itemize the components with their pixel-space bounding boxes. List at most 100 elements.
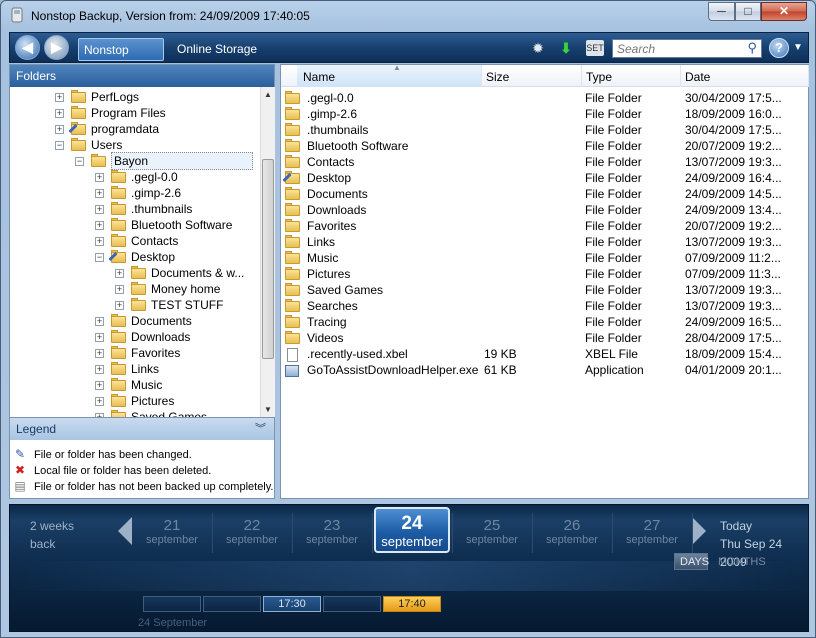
days-view-button[interactable]: DAYS: [674, 553, 709, 570]
tree-item[interactable]: + Money home: [10, 281, 260, 297]
tab-online-storage[interactable]: Online Storage: [172, 38, 264, 61]
backup-slot[interactable]: 17:30: [263, 596, 321, 612]
gear-icon[interactable]: ✹: [529, 39, 547, 57]
tree-item[interactable]: − Users: [10, 137, 260, 153]
day-item[interactable]: 27 september: [612, 518, 692, 547]
tree-item[interactable]: + Music: [10, 377, 260, 393]
file-row[interactable]: Saved Games File Folder 13/07/2009 19:3...: [281, 282, 808, 298]
column-date[interactable]: Date: [681, 65, 809, 87]
expand-icon[interactable]: +: [95, 381, 104, 390]
scroll-thumb[interactable]: [262, 159, 274, 359]
file-row[interactable]: Links File Folder 13/07/2009 19:3...: [281, 234, 808, 250]
backup-slot[interactable]: [203, 596, 261, 612]
scroll-up-icon[interactable]: ▲: [264, 90, 272, 99]
expand-icon[interactable]: +: [55, 109, 64, 118]
tab-nonstop-backup[interactable]: Nonstop Backup: [78, 38, 164, 80]
expand-icon[interactable]: +: [115, 269, 124, 278]
expand-icon[interactable]: +: [95, 365, 104, 374]
expand-icon[interactable]: +: [95, 317, 104, 326]
expand-icon[interactable]: +: [95, 189, 104, 198]
column-name[interactable]: Name ▲: [297, 63, 482, 87]
expand-icon[interactable]: +: [55, 125, 64, 134]
day-item[interactable]: 21 september: [132, 518, 212, 547]
download-icon[interactable]: ⬇: [557, 39, 575, 57]
forward-button[interactable]: ▶: [44, 35, 69, 60]
expand-icon[interactable]: +: [95, 397, 104, 406]
back-button[interactable]: ◀: [15, 35, 40, 60]
tree-item[interactable]: + Favorites: [10, 345, 260, 361]
tree-item[interactable]: + TEST STUFF: [10, 297, 260, 313]
expand-icon[interactable]: +: [95, 205, 104, 214]
column-type[interactable]: Type: [582, 65, 681, 87]
backup-slot[interactable]: [143, 596, 201, 612]
tree-item[interactable]: + Bluetooth Software: [10, 217, 260, 233]
file-row[interactable]: .gimp-2.6 File Folder 18/09/2009 16:0...: [281, 106, 808, 122]
search-input[interactable]: [613, 40, 741, 57]
file-row[interactable]: Pictures File Folder 07/09/2009 11:3...: [281, 266, 808, 282]
tree-item[interactable]: + Documents & w...: [10, 265, 260, 281]
column-size[interactable]: Size: [482, 65, 582, 87]
file-row[interactable]: Contacts File Folder 13/07/2009 19:3...: [281, 154, 808, 170]
file-row[interactable]: .thumbnails File Folder 30/04/2009 17:5...: [281, 122, 808, 138]
expand-icon[interactable]: +: [95, 333, 104, 342]
selected-day[interactable]: 24 september: [374, 507, 450, 553]
backup-slot[interactable]: [323, 596, 381, 612]
timeline-right-arrow-icon[interactable]: [692, 517, 706, 545]
tree-item[interactable]: + .thumbnails: [10, 201, 260, 217]
expand-icon[interactable]: +: [95, 173, 104, 182]
tree-item[interactable]: + Links: [10, 361, 260, 377]
search-box[interactable]: ⚲: [612, 39, 762, 58]
expand-icon[interactable]: +: [95, 237, 104, 246]
tree-item[interactable]: + programdata: [10, 121, 260, 137]
tree-item[interactable]: + Pictures: [10, 393, 260, 409]
minimize-button[interactable]: ─: [708, 2, 735, 21]
expand-icon[interactable]: +: [95, 221, 104, 230]
scroll-down-icon[interactable]: ▼: [264, 405, 272, 414]
help-icon[interactable]: ?: [769, 38, 789, 58]
backup-slot[interactable]: 17:40: [383, 596, 441, 612]
file-row[interactable]: Desktop File Folder 24/09/2009 16:4...: [281, 170, 808, 186]
setup-icon[interactable]: SET: [586, 40, 604, 56]
expand-icon[interactable]: +: [115, 285, 124, 294]
file-row[interactable]: Bluetooth Software File Folder 20/07/2009 …: [281, 138, 808, 154]
day-item[interactable]: 26 september: [532, 518, 612, 547]
expand-icon[interactable]: +: [95, 349, 104, 358]
help-menu-arrow-icon[interactable]: ▼: [793, 39, 803, 57]
tree-item[interactable]: + Contacts: [10, 233, 260, 249]
close-button[interactable]: ✕: [761, 2, 807, 21]
collapse-chevron-icon[interactable]: ︾: [255, 418, 266, 440]
maximize-button[interactable]: □: [735, 2, 761, 21]
day-item[interactable]: 22 september: [212, 518, 292, 547]
tree-item[interactable]: + PerfLogs: [10, 89, 260, 105]
tree-item[interactable]: + .gimp-2.6: [10, 185, 260, 201]
expand-icon[interactable]: +: [115, 301, 124, 310]
tree-item[interactable]: + Documents: [10, 313, 260, 329]
timeline-left-arrow-icon[interactable]: [118, 517, 132, 545]
legend-header[interactable]: Legend ︾: [10, 418, 274, 440]
tree-item[interactable]: − Desktop: [10, 249, 260, 265]
file-row[interactable]: Documents File Folder 24/09/2009 14:5...: [281, 186, 808, 202]
tree-item[interactable]: + .gegl-0.0: [10, 169, 260, 185]
file-row[interactable]: Searches File Folder 13/07/2009 19:3...: [281, 298, 808, 314]
file-row[interactable]: Favorites File Folder 20/07/2009 19:2...: [281, 218, 808, 234]
collapse-icon[interactable]: −: [95, 253, 104, 262]
day-item[interactable]: 25 september: [452, 518, 532, 547]
file-row[interactable]: Downloads File Folder 24/09/2009 13:4...: [281, 202, 808, 218]
months-view-button[interactable]: MONTHS: [712, 553, 766, 570]
tree-item[interactable]: + Saved Games: [10, 409, 260, 417]
day-item[interactable]: 23 september: [292, 518, 372, 547]
file-row[interactable]: .gegl-0.0 File Folder 30/04/2009 17:5...: [281, 90, 808, 106]
tree-scrollbar[interactable]: ▲ ▼: [260, 87, 275, 417]
file-row[interactable]: GoToAssistDownloadHelper.exe 61 KB Applica…: [281, 362, 808, 378]
tree-item[interactable]: + Downloads: [10, 329, 260, 345]
tree-item[interactable]: − Bayon: [10, 152, 260, 170]
expand-icon[interactable]: +: [55, 93, 64, 102]
collapse-icon[interactable]: −: [75, 157, 84, 166]
file-row[interactable]: Videos File Folder 28/04/2009 17:5...: [281, 330, 808, 346]
file-row[interactable]: Music File Folder 07/09/2009 11:2...: [281, 250, 808, 266]
search-icon[interactable]: ⚲: [747, 40, 757, 56]
collapse-icon[interactable]: −: [55, 141, 64, 150]
file-row[interactable]: Tracing File Folder 24/09/2009 16:5...: [281, 314, 808, 330]
tree-item[interactable]: + Program Files: [10, 105, 260, 121]
file-row[interactable]: .recently-used.xbel 19 KB XBEL File 18/09/2…: [281, 346, 808, 362]
